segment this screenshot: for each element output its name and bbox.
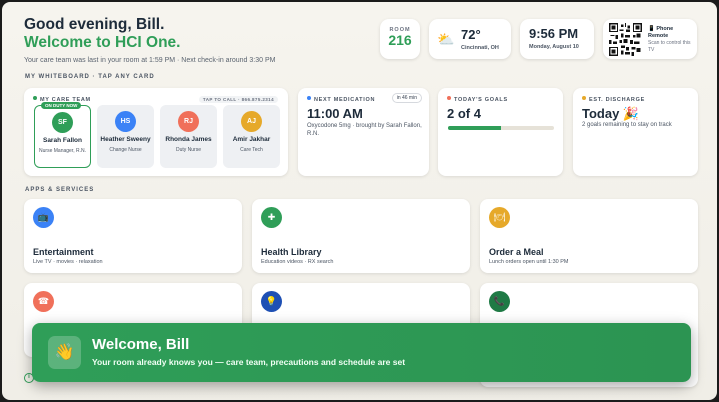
phone-remote-title: 📱 Phone Remote <box>648 26 674 39</box>
wave-icon: 👋 <box>48 336 81 369</box>
discharge-card[interactable]: EST. DISCHARGE Today 🎉 2 goals remaining… <box>573 88 698 176</box>
discharge-detail: 2 goals remaining to stay on track <box>582 122 672 128</box>
room-number: 216 <box>388 32 412 48</box>
next-medication-card[interactable]: NEXT MEDICATION in 46 min 11:00 AM Oxyco… <box>298 88 429 176</box>
app-description: Lunch orders open until 1:30 PM <box>489 259 569 265</box>
current-date: Monday, August 10 <box>529 44 579 50</box>
app-description: Education videos · RX search <box>261 259 334 265</box>
app-name: Order a Meal <box>489 247 544 257</box>
qr-code-icon <box>609 23 642 56</box>
medication-detail: Oxycodone 5mg · brought by Sarah Fallon,… <box>307 123 422 137</box>
member-role: Duty Nurse <box>175 146 201 153</box>
app-tile-health-library[interactable]: ✚ Health Library Education videos · RX s… <box>252 199 470 273</box>
welcome-toast[interactable]: 👋 Welcome, Bill Your room already knows … <box>32 323 691 382</box>
phone-remote-pill[interactable]: 📱 Phone Remote Scan to control this TV <box>603 19 697 59</box>
medication-label: NEXT MEDICATION <box>307 96 375 103</box>
toast-message: Your room already knows you — care team,… <box>92 357 406 367</box>
member-role: Change Nurse <box>109 146 142 153</box>
avatar: RJ <box>178 111 199 132</box>
on-duty-badge: ON DUTY NOW <box>41 102 82 109</box>
temperature: 72° <box>461 27 481 42</box>
discharge-value: Today 🎉 <box>582 106 640 121</box>
care-member-amir-jakhar[interactable]: AJ Amir Jakhar Care Tech <box>223 105 280 168</box>
plus-icon: ✚ <box>261 207 282 228</box>
care-team-card[interactable]: MY CARE TEAM TAP TO CALL · 866.875.2314 … <box>24 88 288 176</box>
avatar: AJ <box>241 111 262 132</box>
lightbulb-icon: 💡 <box>261 291 282 312</box>
tv-screen: Good evening, Bill. Welcome to HCI One. … <box>2 2 717 400</box>
app-name: Health Library <box>261 247 322 257</box>
whiteboard-section-label: MY WHITEBOARD · TAP ANY CARD <box>25 74 155 80</box>
welcome-text: Welcome to HCI One. <box>24 34 181 51</box>
app-tile-order-meal[interactable]: 🍽 Order a Meal Lunch orders open until 1… <box>480 199 698 273</box>
care-member-rhonda-james[interactable]: RJ Rhonda James Duty Nurse <box>160 105 217 168</box>
apps-section-label: APPS & SERVICES <box>25 187 95 193</box>
care-member-heather-sweeny[interactable]: HS Heather Sweeny Change Nurse <box>97 105 154 168</box>
meal-icon: 🍽 <box>489 207 510 228</box>
medication-countdown-badge: in 46 min <box>391 93 422 103</box>
goals-progress-fill <box>448 126 501 130</box>
phone-remote-hint: Scan to control this TV <box>648 40 691 53</box>
avatar: SF <box>52 112 73 133</box>
care-team-status-text: Your care team was last in your room at … <box>24 57 276 64</box>
tap-to-call-button[interactable]: TAP TO CALL · 866.875.2314 <box>198 96 278 103</box>
app-name: Entertainment <box>33 247 94 257</box>
clock-pill: 9:56 PM Monday, August 10 <box>520 19 594 59</box>
todays-goals-card[interactable]: TODAY'S GOALS 2 of 4 <box>438 88 563 176</box>
member-name: Heather Sweeny <box>100 136 151 143</box>
current-time: 9:56 PM <box>529 26 579 41</box>
avatar: HS <box>115 111 136 132</box>
weather-pill: ⛅ 72° Cincinnati, OH <box>429 19 511 59</box>
app-description: Live TV · movies · relaxation <box>33 259 103 265</box>
goals-count: 2 of 4 <box>447 106 481 121</box>
member-role: Care Tech <box>240 146 263 153</box>
member-role: Nurse Manager, R.N. <box>39 147 86 154</box>
goals-label: TODAY'S GOALS <box>447 96 508 103</box>
city: Cincinnati, OH <box>461 45 499 51</box>
toast-title: Welcome, Bill <box>92 336 190 353</box>
room-number-pill: ROOM 216 <box>380 19 420 59</box>
app-tile-entertainment[interactable]: 📺 Entertainment Live TV · movies · relax… <box>24 199 242 273</box>
member-name: Amir Jakhar <box>232 136 271 143</box>
tv-icon: 📺 <box>33 207 54 228</box>
care-member-sarah-fallon[interactable]: ON DUTY NOW SF Sarah Fallon Nurse Manage… <box>34 102 91 168</box>
greeting-text: Good evening, Bill. <box>24 16 165 33</box>
concierge-icon: ☎ <box>33 291 54 312</box>
greeting-header: Good evening, Bill. Welcome to HCI One. … <box>24 16 275 64</box>
phone-icon: 📞 <box>489 291 510 312</box>
goals-progress-bar <box>448 126 554 130</box>
member-name: Rhonda James <box>165 136 212 143</box>
discharge-label: EST. DISCHARGE <box>582 96 645 103</box>
partly-cloudy-icon: ⛅ <box>437 31 455 47</box>
medication-time: 11:00 AM <box>307 106 363 121</box>
member-name: Sarah Fallon <box>42 137 82 144</box>
